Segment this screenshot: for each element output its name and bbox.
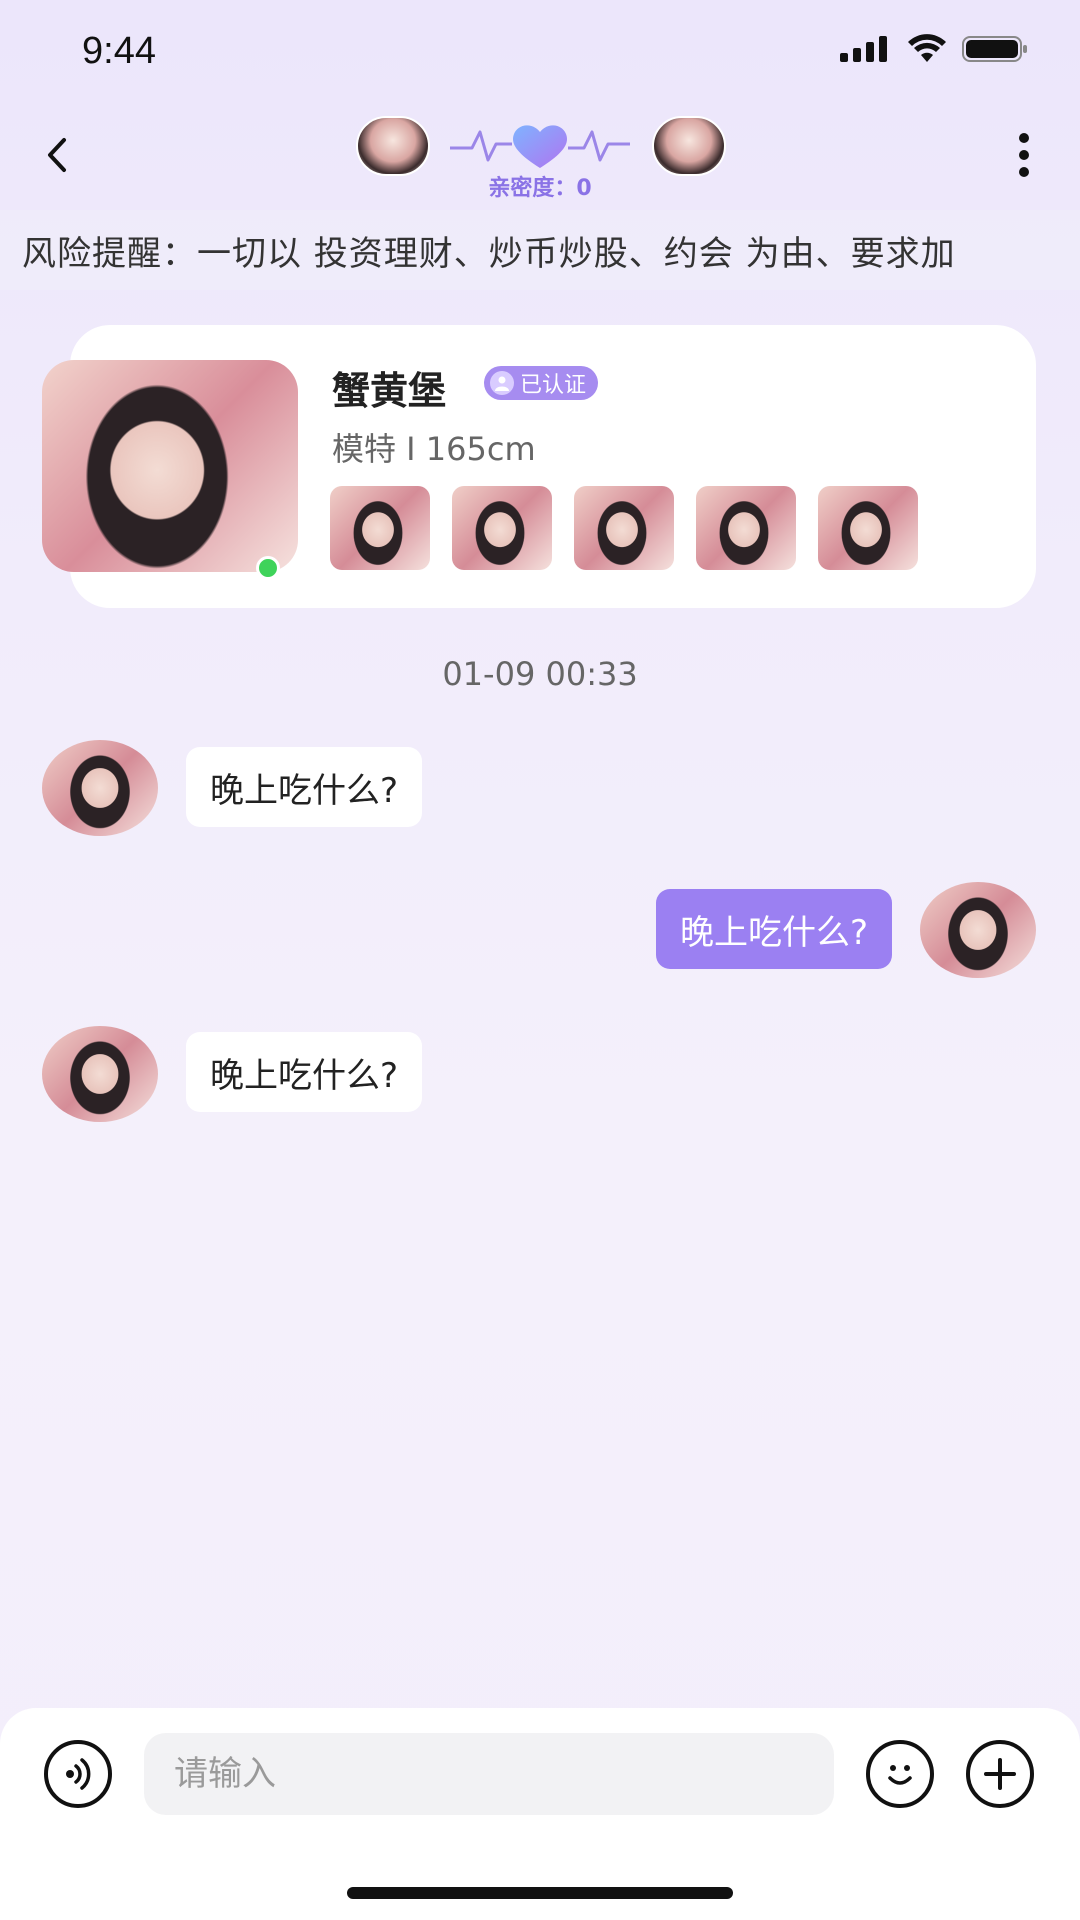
home-indicator [347, 1887, 733, 1899]
voice-button[interactable] [44, 1740, 112, 1808]
online-status-dot [256, 556, 280, 580]
risk-notice-text: 风险提醒：一切以 投资理财、炒币炒股、约会 为由、要求加 [22, 233, 956, 274]
add-button[interactable] [966, 1740, 1034, 1808]
profile-name: 蟹黄堡 [332, 369, 447, 413]
photo-thumbnail[interactable] [330, 486, 430, 570]
message-bubble-incoming[interactable]: 晚上吃什么? [186, 747, 423, 827]
voice-icon [66, 1758, 91, 1790]
message-avatar[interactable] [42, 1026, 158, 1122]
message-text: 晚上吃什么? [210, 1055, 399, 1096]
emoji-icon [888, 1765, 912, 1785]
wifi-icon [908, 34, 946, 62]
contact-avatar[interactable] [356, 116, 430, 176]
intimacy-label: 亲密度：0 [488, 176, 592, 201]
signal-icon [840, 36, 887, 62]
message-bubble-incoming[interactable]: 晚上吃什么? [186, 1032, 423, 1112]
message-text: 晚上吃什么? [679, 912, 868, 953]
status-time: 9:44 [82, 30, 156, 72]
photo-thumbnail[interactable] [818, 486, 918, 570]
back-button[interactable] [36, 130, 76, 180]
message-avatar-self[interactable] [920, 882, 1036, 978]
photo-thumbnail[interactable] [574, 486, 674, 570]
profile-meta: 模特 I 165cm [332, 430, 536, 468]
profile-photo[interactable] [42, 360, 298, 572]
verified-badge: 已认证 [484, 366, 599, 400]
battery-icon [962, 36, 1027, 62]
status-icons [840, 34, 1028, 64]
more-button[interactable] [1012, 130, 1036, 180]
emoji-button[interactable] [866, 1740, 934, 1808]
message-bubble-outgoing[interactable]: 晚上吃什么? [655, 889, 892, 969]
photo-thumbnails [330, 486, 918, 570]
verified-label: 已认证 [520, 373, 587, 398]
chevron-left-icon [48, 138, 66, 172]
message-text: 晚上吃什么? [210, 770, 399, 811]
heartbeat-heart-icon [450, 125, 630, 168]
message-input[interactable] [144, 1733, 834, 1815]
user-icon [490, 371, 514, 395]
photo-thumbnail[interactable] [696, 486, 796, 570]
plus-icon [984, 1758, 1016, 1790]
message-avatar[interactable] [42, 740, 158, 836]
photo-thumbnail[interactable] [452, 486, 552, 570]
more-vertical-icon [1019, 133, 1029, 177]
chat-timestamp: 01-09 00:33 [442, 655, 638, 693]
risk-notice-bar: 风险提醒：一切以 投资理财、炒币炒股、约会 为由、要求加 [0, 210, 1080, 290]
self-avatar[interactable] [652, 116, 726, 176]
